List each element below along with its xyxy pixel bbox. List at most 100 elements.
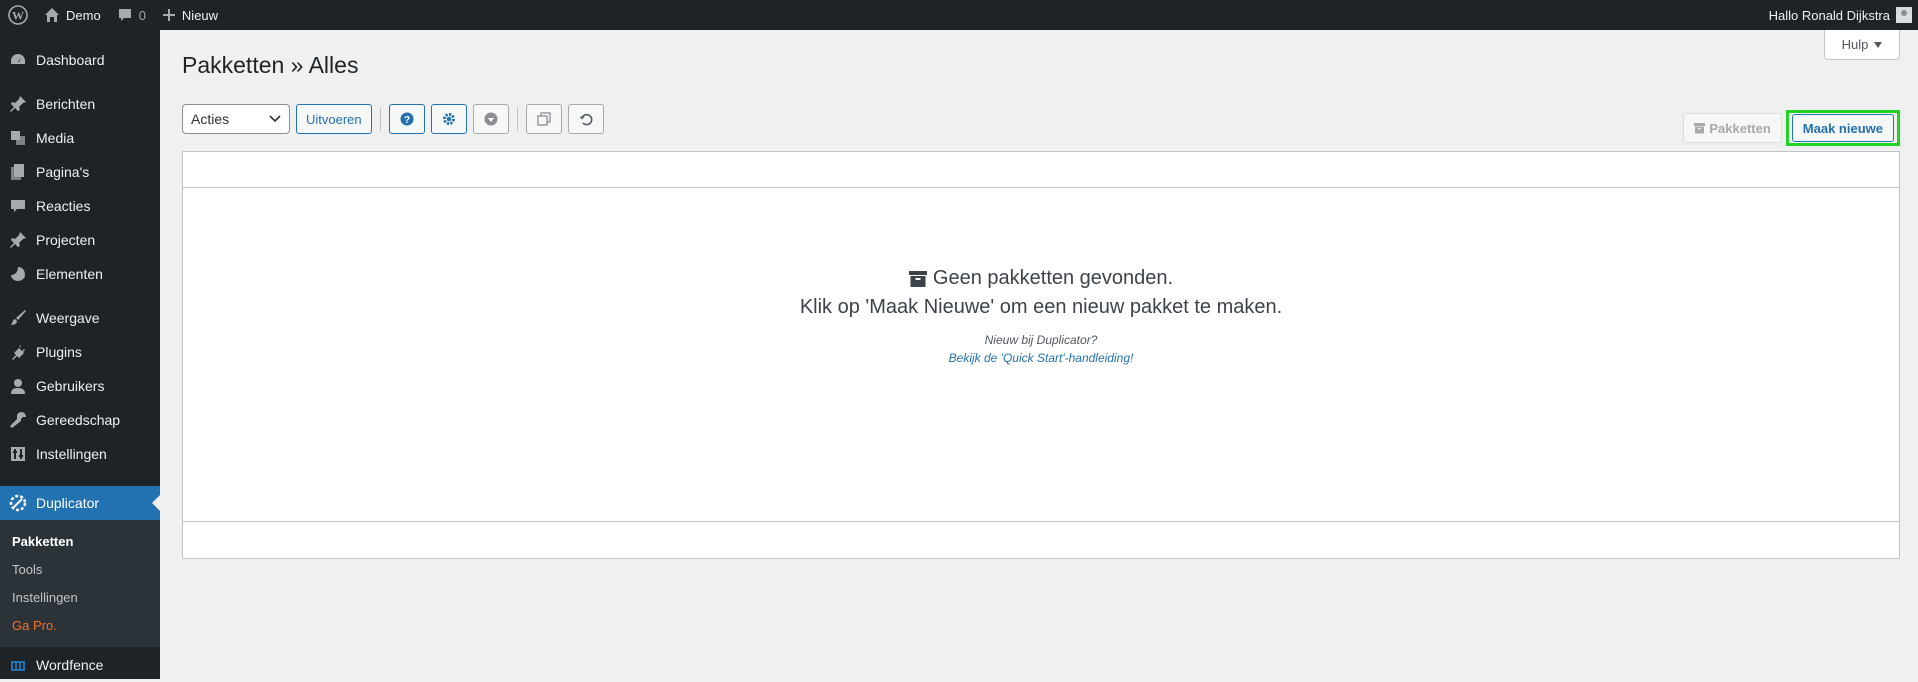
brush-icon [11, 310, 26, 325]
new-content-link[interactable]: Nieuw [154, 0, 226, 30]
create-new-highlight: Maak nieuwe [1785, 110, 1900, 146]
duplicator-icon [9, 494, 27, 512]
new-label: Nieuw [181, 7, 219, 23]
packages-tab[interactable]: Pakketten [1683, 113, 1782, 143]
my-account-link[interactable]: Hallo Ronald Dijkstra [1769, 7, 1918, 23]
sidebar-item-dashboard[interactable]: Dashboard [0, 43, 160, 77]
pin-icon [10, 232, 26, 248]
toolbar-divider [516, 107, 518, 131]
undo-icon [579, 113, 593, 126]
templates-toolbar-button[interactable] [472, 104, 509, 134]
create-new-button[interactable]: Maak nieuwe [1791, 114, 1894, 142]
comments-link[interactable]: 0 [109, 0, 154, 30]
empty-state: Geen pakketten gevonden. Klik op 'Maak N… [183, 267, 1899, 365]
toolbar-divider [379, 107, 381, 131]
packages-table: Geen pakketten gevonden. Klik op 'Maak N… [182, 151, 1900, 559]
copy-toolbar-button[interactable] [525, 104, 562, 134]
sidebar-item-projects[interactable]: Projecten [0, 223, 160, 257]
sidebar-item-label: Duplicator [36, 495, 100, 511]
site-name: Demo [66, 7, 101, 23]
sidebar-item-comments[interactable]: Reacties [0, 189, 160, 223]
site-name-link[interactable]: Demo [36, 0, 109, 30]
greeting: Hallo Ronald Dijkstra [1768, 7, 1890, 23]
help-button[interactable]: Hulp [1824, 30, 1900, 60]
empty-title-row: Geen pakketten gevonden. [183, 267, 1899, 290]
comments-count: 0 [138, 7, 146, 23]
submenu-item-go-pro[interactable]: Ga Pro. [12, 618, 57, 633]
svg-text:W: W [12, 9, 24, 23]
sidebar-item-label: Pagina's [36, 164, 90, 180]
dashboard-icon [11, 54, 25, 64]
duplicator-submenu: Pakketten Tools Instellingen Ga Pro. [0, 520, 160, 647]
submenu-item-packages[interactable]: Pakketten [12, 534, 73, 549]
sidebar-item-label: Weergave [36, 310, 100, 326]
empty-title: Geen pakketten gevonden. [932, 267, 1174, 289]
question-circle-icon: ? [400, 112, 414, 126]
media-icon [11, 131, 25, 145]
submenu-item-settings[interactable]: Instellingen [12, 590, 78, 605]
avatar [1896, 7, 1912, 23]
admin-sidebar: Dashboard Berichten Media Pagina's React… [0, 30, 160, 679]
sidebar-item-duplicator[interactable]: Duplicator [0, 486, 160, 520]
wordfence-icon [11, 661, 25, 671]
sidebar-item-appearance[interactable]: Weergave [0, 301, 160, 335]
sidebar-item-pages[interactable]: Pagina's [0, 155, 160, 189]
settings-toolbar-button[interactable] [430, 104, 467, 134]
plugin-icon [12, 345, 25, 360]
sidebar-item-label: Plugins [36, 344, 82, 360]
archive-icon [908, 270, 927, 287]
wordpress-icon: W [8, 5, 28, 25]
sidebar-item-label: Elementen [36, 266, 103, 282]
pages-icon [11, 164, 24, 180]
sidebar-item-label: Gebruikers [36, 378, 105, 394]
gear-icon [442, 113, 455, 125]
sidebar-item-label: Projecten [36, 232, 96, 248]
apply-button[interactable]: Uitvoeren [296, 104, 372, 134]
sidebar-item-settings[interactable]: Instellingen [0, 437, 160, 471]
sidebar-item-label: Instellingen [36, 446, 107, 462]
copy-icon [536, 112, 551, 126]
settings-icon [11, 447, 25, 461]
elements-icon [11, 267, 25, 281]
table-header [183, 152, 1899, 188]
sidebar-item-label: Media [36, 130, 75, 146]
comment-icon [11, 200, 25, 212]
packages-toolbar: Acties Uitvoeren ? [182, 104, 604, 134]
page-title: Pakketten » Alles [182, 52, 359, 78]
table-footer [183, 521, 1899, 558]
sidebar-item-label: Reacties [36, 198, 91, 214]
sidebar-item-label: Berichten [36, 96, 96, 112]
admin-bar: W Demo 0 Nieuw Hallo Ronald Dijkstra [0, 0, 1918, 30]
help-toolbar-button[interactable]: ? [388, 104, 425, 134]
caret-down-icon [1874, 41, 1883, 48]
sidebar-item-users[interactable]: Gebruikers [0, 369, 160, 403]
undo-toolbar-button[interactable] [567, 104, 604, 134]
plus-icon [162, 9, 175, 21]
sidebar-item-elements[interactable]: Elementen [0, 257, 160, 291]
pin-icon [10, 96, 26, 112]
archive-icon [1694, 122, 1706, 133]
sidebar-item-wordfence[interactable]: Wordfence [0, 648, 160, 682]
bulk-actions-select[interactable]: Acties [182, 104, 290, 134]
quick-start-link[interactable]: Bekijk de 'Quick Start'-handleiding! [183, 351, 1899, 365]
package-tabs: Pakketten Maak nieuwe [1683, 110, 1900, 146]
sidebar-item-media[interactable]: Media [0, 121, 160, 155]
help-label: Hulp [1841, 37, 1869, 52]
sidebar-item-tools[interactable]: Gereedschap [0, 403, 160, 437]
submenu-item-tools[interactable]: Tools [12, 562, 42, 577]
sidebar-item-posts[interactable]: Berichten [0, 87, 160, 121]
empty-hint: Nieuw bij Duplicator? [984, 333, 1098, 347]
sidebar-item-label: Gereedschap [36, 412, 121, 428]
sidebar-item-label: Dashboard [36, 52, 105, 68]
wordpress-logo-button[interactable]: W [0, 0, 36, 30]
bulk-actions-value: Acties [191, 111, 230, 127]
sidebar-item-plugins[interactable]: Plugins [0, 335, 160, 369]
user-icon [11, 379, 25, 394]
svg-text:?: ? [404, 115, 410, 126]
download-circle-icon [484, 112, 498, 126]
chevron-down-icon [269, 115, 281, 123]
empty-instruction: Klik op 'Maak Nieuwe' om een nieuw pakke… [799, 296, 1283, 318]
home-icon [45, 8, 59, 22]
sidebar-item-label: Wordfence [36, 657, 104, 673]
wrench-icon [10, 412, 26, 428]
